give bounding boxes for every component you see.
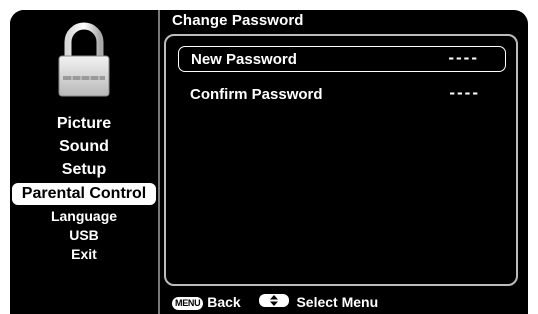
- padlock-icon: [58, 22, 110, 97]
- main-menu: Picture Sound Setup Parental Control Lan…: [10, 112, 158, 264]
- select-menu-hint-label: Select Menu: [296, 294, 379, 310]
- menu-item-sound[interactable]: Sound: [10, 135, 158, 158]
- confirm-password-label: Confirm Password: [190, 86, 323, 103]
- password-panel: New Password ---- Confirm Password ----: [164, 34, 518, 286]
- back-hint-label: Back: [207, 294, 241, 310]
- tv-menu-screen: Picture Sound Setup Parental Control Lan…: [10, 10, 528, 314]
- new-password-field[interactable]: New Password ----: [178, 46, 506, 72]
- menu-item-exit[interactable]: Exit: [10, 245, 158, 264]
- confirm-password-value: ----: [449, 83, 480, 102]
- new-password-label: New Password: [191, 51, 297, 68]
- confirm-password-field[interactable]: Confirm Password ----: [178, 82, 506, 108]
- menu-key-badge: MENU: [172, 297, 204, 310]
- menu-item-language[interactable]: Language: [10, 207, 158, 226]
- new-password-value: ----: [448, 48, 479, 67]
- footer-hints: MENU Back Select Menu: [172, 294, 378, 312]
- sidebar: Picture Sound Setup Parental Control Lan…: [10, 10, 160, 314]
- page-title: Change Password: [172, 12, 304, 29]
- menu-item-setup[interactable]: Setup: [10, 158, 158, 181]
- menu-item-usb[interactable]: USB: [10, 226, 158, 245]
- up-down-arrows-icon: [258, 294, 289, 307]
- menu-item-parental-control[interactable]: Parental Control: [12, 183, 156, 205]
- menu-item-picture[interactable]: Picture: [10, 112, 158, 135]
